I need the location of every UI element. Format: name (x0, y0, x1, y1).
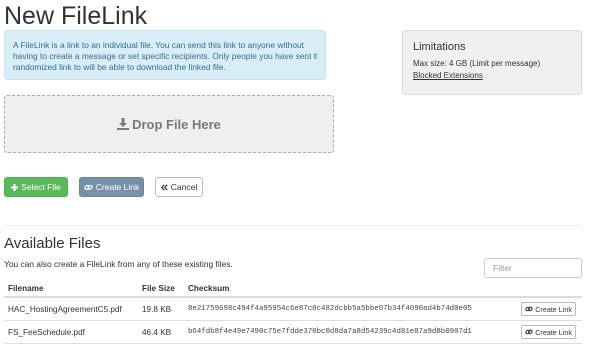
row-create-link-button[interactable]: Create Link (521, 302, 576, 316)
column-header-size: File Size (142, 283, 175, 293)
info-alert: A FileLink is a link to an individual fi… (4, 30, 326, 80)
filter-input[interactable] (484, 258, 582, 278)
row-create-link-button[interactable]: Create Link (521, 325, 576, 339)
row-create-link-label: Create Link (535, 304, 572, 314)
blocked-extensions-link[interactable]: Blocked Extensions (413, 70, 571, 82)
info-text-line: A FileLink is a link to an individual fi… (13, 40, 304, 50)
section-divider (4, 225, 582, 226)
file-size: 46.4 KB (142, 327, 172, 337)
file-checksum: 8e21759698c494f4a95954c6e87c0c482dcbb5a5… (188, 305, 472, 313)
limitations-panel: Limitations Max size: 4 GB (Limit per me… (402, 30, 582, 95)
select-file-label: Select File (21, 182, 61, 192)
limitations-title: Limitations (413, 41, 466, 53)
download-icon (117, 118, 130, 130)
dropzone-label: Drop File Here (132, 116, 221, 132)
info-text-line: having to create a message or set specif… (13, 51, 317, 61)
file-checksum: b64fdb8f4e49e7490c75e7fdde370bc0d8da7a8d… (188, 328, 472, 336)
max-size-text: Max size: 4 GB (Limit per message) (413, 59, 541, 68)
files-table: Filename File Size Checksum HAC_HostingA… (4, 280, 582, 344)
row-action-cell: Create Link (521, 321, 576, 343)
row-create-link-label: Create Link (535, 327, 572, 337)
available-files-description: You can also create a FileLink from any … (4, 259, 233, 269)
table-row: FS_FeeSchedule.pdf 46.4 KB b64fdb8f4e49e… (4, 321, 582, 344)
info-text-line: randomized link to will be able to downl… (13, 62, 226, 72)
plus-icon (11, 183, 19, 191)
available-files-title: Available Files (4, 235, 101, 252)
double-chevron-left-icon (160, 183, 168, 191)
row-action-cell: Create Link (521, 298, 576, 320)
file-name: HAC_HostingAgreementC5.pdf (8, 304, 122, 314)
link-icon (84, 184, 93, 190)
select-file-button[interactable]: Select File (4, 177, 68, 197)
file-dropzone[interactable]: Drop File Here (4, 95, 334, 153)
file-name: FS_FeeSchedule.pdf (8, 327, 85, 337)
table-row: HAC_HostingAgreementC5.pdf 19.8 KB 8e217… (4, 298, 582, 321)
link-icon (525, 329, 533, 335)
page-title: New FileLink (4, 2, 148, 30)
column-header-checksum: Checksum (188, 283, 230, 293)
create-link-label: Create Link (95, 182, 140, 192)
cancel-label: Cancel (170, 182, 198, 192)
table-header: Filename File Size Checksum (4, 280, 582, 298)
create-link-button[interactable]: Create Link (79, 177, 144, 197)
link-icon (525, 306, 533, 312)
cancel-button[interactable]: Cancel (155, 177, 203, 197)
file-size: 19.8 KB (142, 304, 172, 314)
column-header-filename: Filename (8, 283, 44, 293)
